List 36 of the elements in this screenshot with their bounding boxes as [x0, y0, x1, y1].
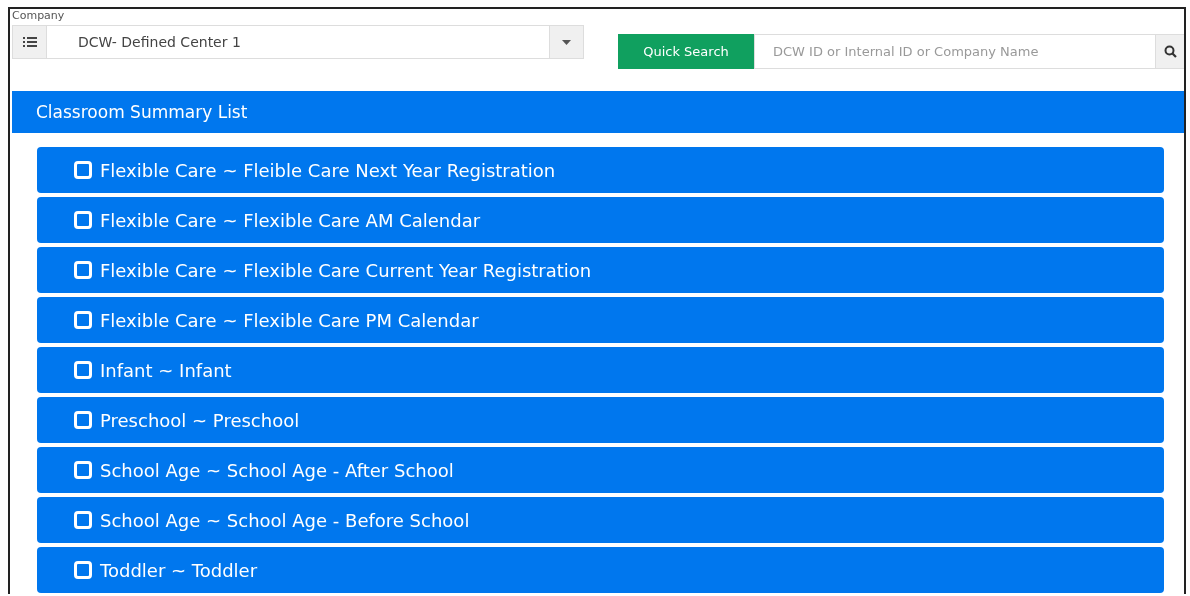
classroom-row[interactable]: Toddler ~ Toddler — [37, 547, 1164, 593]
checkbox[interactable] — [74, 261, 92, 279]
company-label: Company — [12, 9, 66, 22]
search-field[interactable]: DCW ID or Internal ID or Company Name — [754, 34, 1156, 69]
classroom-row[interactable]: Flexible Care ~ Flexible Care PM Calendar — [37, 297, 1164, 343]
classroom-row[interactable]: Flexible Care ~ Flexible Care AM Calendar — [37, 197, 1164, 243]
classroom-row[interactable]: Infant ~ Infant — [37, 347, 1164, 393]
classroom-label: Infant ~ Infant — [100, 359, 232, 381]
quick-search-button[interactable]: Quick Search — [618, 34, 754, 69]
classroom-label: School Age ~ School Age - After School — [100, 459, 454, 481]
list-icon — [22, 36, 37, 48]
company-select[interactable]: DCW- Defined Center 1 — [12, 25, 584, 59]
classroom-row[interactable]: Flexible Care ~ Flexible Care Current Year Registration — [37, 247, 1164, 293]
search-button[interactable] — [1156, 34, 1184, 69]
checkbox[interactable] — [74, 561, 92, 579]
classroom-label: Flexible Care ~ Flexible Care Current Year Registration — [100, 259, 592, 281]
classroom-label: Flexible Care ~ Flexible Care PM Calendar — [100, 309, 479, 331]
classroom-label: Toddler ~ Toddler — [100, 559, 258, 581]
classroom-row[interactable]: School Age ~ School Age - After School — [37, 447, 1164, 493]
classroom-label: School Age ~ School Age - Before School — [100, 509, 470, 531]
caret-icon — [562, 39, 571, 45]
classroom-row[interactable]: Flexible Care ~ Fleible Care Next Year Registration — [37, 147, 1164, 193]
classroom-label: Preschool ~ Preschool — [100, 409, 300, 431]
checkbox[interactable] — [74, 461, 92, 479]
checkbox[interactable] — [74, 311, 92, 329]
panel-title: Classroom Summary List — [36, 102, 248, 122]
classroom-row[interactable]: School Age ~ School Age - Before School — [37, 497, 1164, 543]
search-icon — [1163, 45, 1177, 58]
classroom-label: Flexible Care ~ Flexible Care AM Calendar — [100, 209, 481, 231]
checkbox[interactable] — [74, 361, 92, 379]
checkbox[interactable] — [74, 211, 92, 229]
checkbox[interactable] — [74, 411, 92, 429]
classroom-row[interactable]: Preschool ~ Preschool — [37, 397, 1164, 443]
classroom-label: Flexible Care ~ Fleible Care Next Year Registration — [100, 159, 556, 181]
checkbox[interactable] — [74, 161, 92, 179]
checkbox[interactable] — [74, 511, 92, 529]
